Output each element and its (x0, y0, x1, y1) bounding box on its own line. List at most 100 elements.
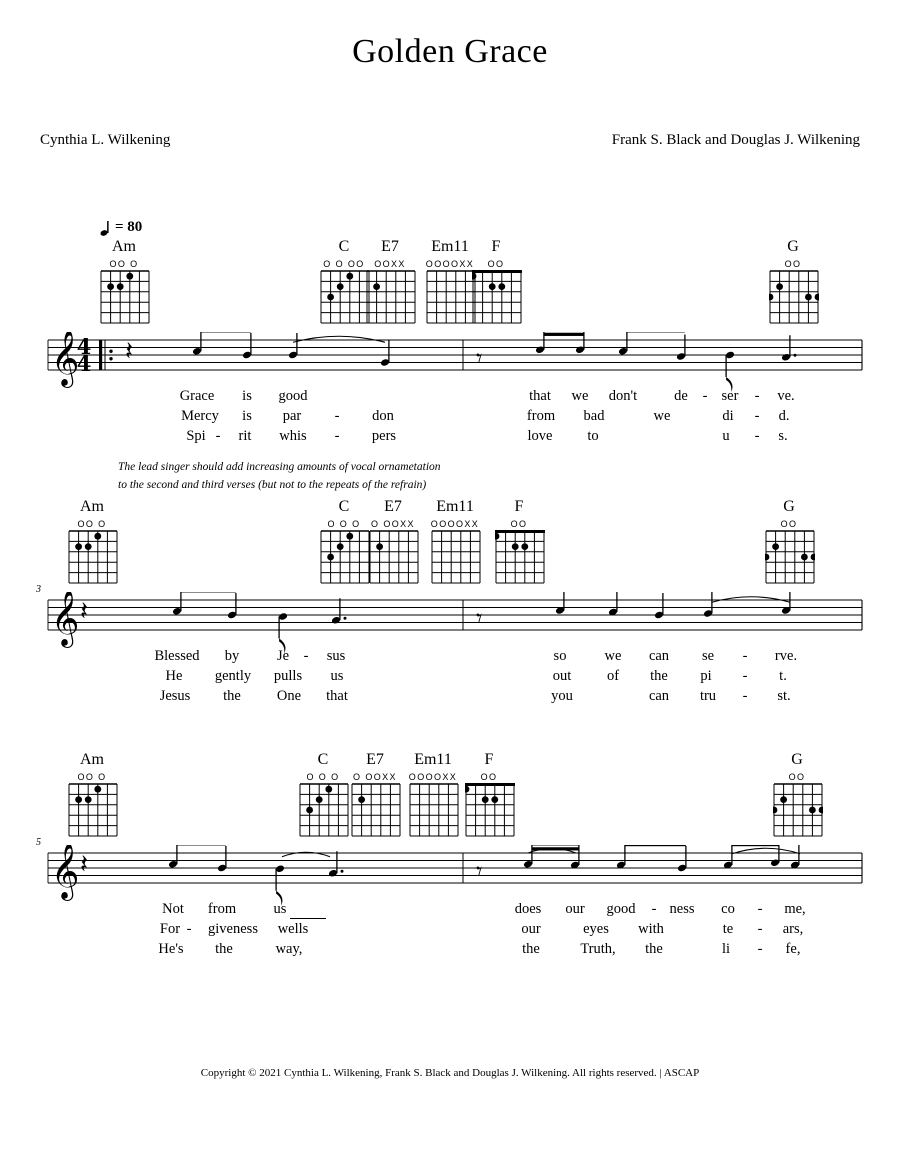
lyric-syllable: the (522, 941, 540, 957)
lyric-syllable: you (551, 688, 573, 704)
chord-name: Em11 (431, 238, 469, 255)
lyric-syllable: - (215, 428, 221, 444)
lyric-syllable: par (282, 408, 302, 424)
lyric-syllable: - (186, 921, 192, 937)
chord-open-mute-markers: O OOXX (371, 519, 415, 529)
chord-name: E7 (384, 498, 402, 515)
lyric-syllable: eyes (583, 921, 609, 937)
lyric-syllable: - (754, 408, 760, 424)
lyric-syllable: Jesus (159, 688, 191, 704)
lyric-syllable: giveness (208, 921, 258, 937)
lyric-syllable: the (215, 941, 233, 957)
lyric-syllable: li (721, 941, 731, 957)
lyric-syllable: de (674, 388, 688, 404)
chord-open-mute-markers: O O O (306, 772, 340, 782)
lyric-syllable: that (326, 688, 348, 704)
lyric-syllable: se (701, 648, 715, 664)
svg-text:𝄾: 𝄾 (476, 604, 482, 632)
chord-name: E7 (381, 238, 399, 255)
performance-note: The lead singer should add increasing am… (118, 459, 441, 495)
lyric-syllable: - (757, 921, 763, 937)
lyric-syllable: love (527, 428, 553, 444)
lyric-syllable: He's (158, 941, 184, 957)
lyric-syllable: Blessed (154, 648, 200, 664)
chord-open-mute-markers: OOXX (374, 259, 406, 269)
lyric-syllable: One (276, 688, 302, 704)
lyric-line-verse-1: Blessed by Je - sus so we can se - rve. (0, 648, 900, 668)
lyric-syllable: wells (277, 921, 309, 937)
lyric-syllable: from (526, 408, 556, 424)
chord-name: G (787, 238, 799, 255)
lyric-syllable: - (757, 901, 763, 917)
svg-text:𝄽: 𝄽 (80, 850, 88, 880)
quarter-note-icon (100, 220, 112, 236)
lyric-syllable: the (650, 668, 668, 684)
lyric-syllable: is (242, 408, 252, 424)
lyric-syllable: pers (371, 428, 397, 444)
lyric-syllable: the (223, 688, 241, 704)
lyric-syllable: so (553, 648, 567, 664)
chord-open-mute-markers: OO (487, 259, 505, 269)
lyric-syllable: can (648, 648, 670, 664)
svg-text:𝄾: 𝄾 (476, 857, 482, 885)
chord-name: C (317, 751, 329, 768)
lyric-syllable: me, (784, 901, 806, 917)
lyric-syllable: d. (778, 408, 790, 424)
tempo-value: = 80 (115, 219, 143, 235)
lyric-syllable: - (742, 648, 748, 664)
lyric-syllable: - (303, 648, 309, 664)
lyric-syllable: - (754, 428, 760, 444)
lyric-syllable: us (273, 901, 287, 917)
performance-note-line2: to the second and third verses (but not … (118, 478, 427, 491)
lyric-line-verse-3: Jesus the One that you can tru - st. (0, 688, 900, 708)
chord-open-mute-markers: OOOOXX (430, 519, 480, 529)
svg-text:𝄞: 𝄞 (51, 332, 79, 388)
svg-text:𝄽: 𝄽 (125, 337, 133, 367)
chord-open-mute-markers: OO O (77, 772, 107, 782)
lyric-syllable: - (754, 388, 760, 404)
lyric-syllable: t. (779, 668, 787, 684)
lyric-syllable: does (514, 901, 542, 917)
chord-name: Am (80, 751, 104, 768)
lyric-syllable: di (722, 408, 734, 424)
svg-text:𝄞: 𝄞 (51, 592, 79, 648)
chord-name: F (514, 498, 524, 515)
chord-open-mute-markers: OO O (77, 519, 107, 529)
chord-name: Am (112, 238, 136, 255)
chord-name: C (338, 238, 350, 255)
lyric-syllable: Not (162, 901, 184, 917)
copyright-notice: Copyright © 2021 Cynthia L. Wilkening, F… (200, 1067, 700, 1079)
chord-open-mute-markers: O OOXX (353, 772, 397, 782)
composer-credit: Frank S. Black and Douglas J. Wilkening (611, 132, 860, 148)
chord-open-mute-markers: OO (510, 519, 528, 529)
svg-text:𝄞: 𝄞 (51, 845, 79, 901)
svg-text:𝄽: 𝄽 (80, 597, 88, 627)
lyric-line-verse-3: He's the way, the Truth, the li - fe, (0, 941, 900, 961)
chord-name: Am (80, 498, 104, 515)
chord-name: Em11 (436, 498, 474, 515)
lyric-syllable: - (742, 668, 748, 684)
lyric-syllable: - (651, 901, 657, 917)
lyric-syllable: whis (279, 428, 307, 444)
lyric-syllable: s. (778, 428, 788, 444)
performance-note-line1: The lead singer should add increasing am… (118, 461, 441, 473)
lyric-syllable: with (638, 921, 664, 937)
lyric-syllable: - (757, 941, 763, 957)
lyric-syllable: st. (777, 688, 791, 704)
lyric-syllable: Je (276, 648, 290, 664)
lyric-syllable: Spi (186, 428, 206, 444)
chord-open-mute-markers: OO (780, 519, 798, 529)
lyric-syllable: of (606, 668, 620, 684)
lyric-syllable: gently (214, 668, 252, 684)
chord-open-mute-markers: OOOOXX (425, 259, 475, 269)
lyric-syllable: ars, (782, 921, 804, 937)
lyric-syllable: Mercy (181, 408, 219, 424)
lyric-syllable: is (242, 388, 252, 404)
chord-open-mute-markers: O O O (327, 519, 361, 529)
lyric-line-verse-2: For - giveness wells our eyes with te - ars, (0, 921, 900, 941)
lyric-line-verse-2: He gently pulls us out of the pi - t. (0, 668, 900, 688)
svg-text:4: 4 (77, 351, 92, 376)
lyric-syllable: He (165, 668, 183, 684)
lyric-syllable: pi (700, 668, 712, 684)
lyric-syllable: te (722, 921, 734, 937)
